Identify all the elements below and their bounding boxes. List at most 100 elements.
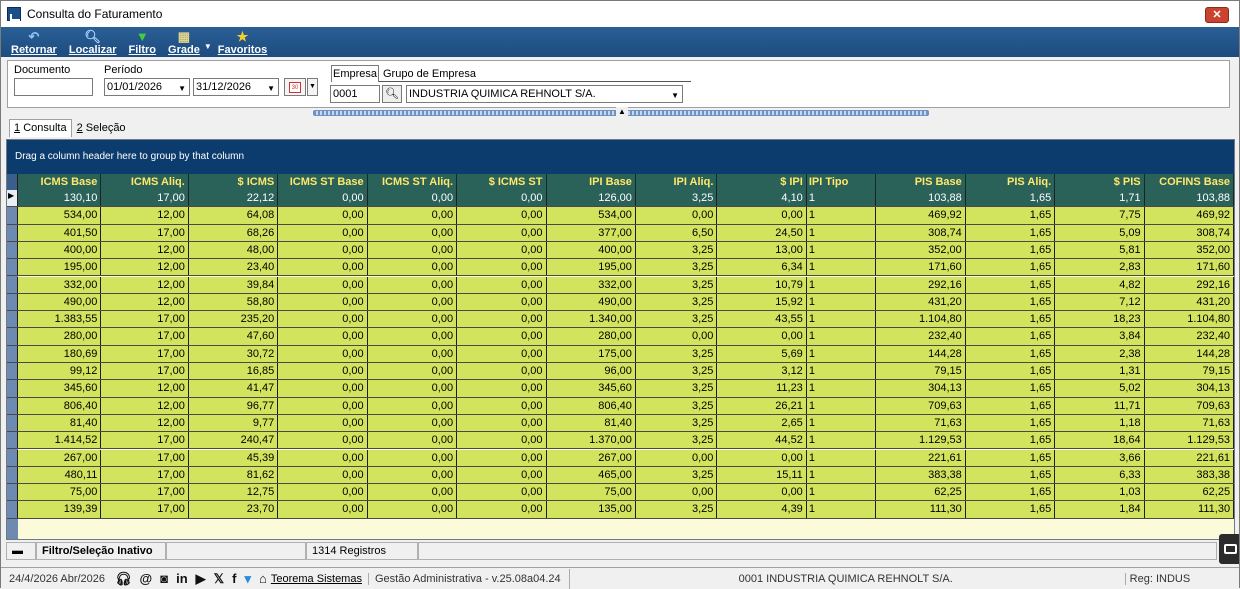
table-cell[interactable]: 4,10: [717, 190, 807, 207]
table-cell[interactable]: 11,71: [1055, 397, 1145, 414]
empresa-search-button[interactable]: 🔍︎: [382, 85, 402, 103]
table-cell[interactable]: 1: [807, 207, 877, 224]
table-cell[interactable]: 0,00: [278, 190, 368, 207]
table-cell[interactable]: 1: [807, 484, 877, 501]
table-cell[interactable]: 17,00: [101, 328, 189, 345]
table-cell[interactable]: 0,00: [278, 328, 368, 345]
table-cell[interactable]: 0,00: [457, 484, 547, 501]
table-cell[interactable]: 81,40: [547, 414, 636, 432]
table-row[interactable]: 345,60 12,00 41,47 0,00 0,00 0,00 345,60 3,25 11…: [7, 380, 1235, 398]
table-cell[interactable]: 1,65: [966, 190, 1056, 207]
table-cell[interactable]: 1,65: [966, 466, 1056, 484]
table-cell[interactable]: 79,15: [876, 363, 966, 380]
table-cell[interactable]: 465,00: [547, 466, 636, 484]
table-cell[interactable]: 332,00: [547, 276, 636, 293]
table-cell[interactable]: 12,00: [101, 207, 189, 224]
table-cell[interactable]: 232,40: [1145, 328, 1235, 345]
column-header[interactable]: IPI Tipo: [807, 174, 877, 190]
table-cell[interactable]: 24,50: [717, 224, 807, 241]
column-header[interactable]: PIS Base: [876, 174, 966, 190]
table-cell[interactable]: 45,39: [189, 449, 279, 466]
table-cell[interactable]: 1: [807, 293, 877, 311]
row-indicator[interactable]: [7, 414, 18, 432]
linkedin-icon[interactable]: in: [176, 571, 188, 586]
table-cell[interactable]: 3,25: [636, 293, 718, 311]
group-by-panel[interactable]: Drag a column header here to group by th…: [7, 140, 1234, 174]
table-cell[interactable]: 1.414,52: [18, 432, 102, 449]
table-cell[interactable]: 332,00: [18, 276, 102, 293]
table-cell[interactable]: 383,38: [1145, 466, 1235, 484]
table-cell[interactable]: 81,40: [18, 414, 102, 432]
graduation-cap-icon[interactable]: ⌂: [259, 571, 267, 586]
row-indicator[interactable]: [7, 328, 18, 345]
table-cell[interactable]: 221,61: [876, 449, 966, 466]
localizar-button[interactable]: 🔍︎ Localizar: [69, 27, 117, 57]
table-cell[interactable]: 16,85: [189, 363, 279, 380]
table-cell[interactable]: 0,00: [457, 207, 547, 224]
table-cell[interactable]: 345,60: [18, 380, 102, 397]
table-cell[interactable]: 469,92: [1145, 207, 1235, 224]
table-cell[interactable]: 1,65: [966, 241, 1056, 259]
row-indicator[interactable]: [7, 345, 18, 362]
table-cell[interactable]: 18,23: [1055, 311, 1145, 328]
table-cell[interactable]: 431,20: [1145, 293, 1235, 311]
headset-icon[interactable]: 🎧︎: [115, 571, 132, 587]
table-cell[interactable]: 534,00: [547, 207, 636, 224]
table-row[interactable]: 332,00 12,00 39,84 0,00 0,00 0,00 332,00 3,25 10…: [7, 276, 1235, 294]
table-cell[interactable]: 75,00: [18, 484, 102, 501]
tab-selecao[interactable]: 2 Seleção: [72, 119, 131, 137]
table-cell[interactable]: 1,65: [966, 328, 1056, 345]
table-cell[interactable]: 47,60: [189, 328, 279, 345]
table-cell[interactable]: 15,11: [717, 466, 807, 484]
table-cell[interactable]: 12,00: [101, 259, 189, 276]
table-cell[interactable]: 308,74: [1145, 224, 1235, 241]
table-cell[interactable]: 0,00: [457, 276, 547, 293]
table-cell[interactable]: 171,60: [1145, 259, 1235, 276]
table-cell[interactable]: 480,11: [18, 466, 102, 484]
table-cell[interactable]: 221,61: [1145, 449, 1235, 466]
table-cell[interactable]: 3,25: [636, 432, 718, 449]
table-cell[interactable]: 126,00: [547, 190, 636, 207]
table-cell[interactable]: 280,00: [547, 328, 636, 345]
table-cell[interactable]: 1,65: [966, 501, 1056, 518]
table-cell[interactable]: 81,62: [189, 466, 279, 484]
table-cell[interactable]: 103,88: [876, 190, 966, 207]
table-row[interactable]: 480,11 17,00 81,62 0,00 0,00 0,00 465,00 3,25 15…: [7, 466, 1235, 485]
table-cell[interactable]: 1,65: [966, 259, 1056, 276]
table-cell[interactable]: 709,63: [1145, 397, 1235, 414]
table-cell[interactable]: 12,00: [101, 414, 189, 432]
documento-input[interactable]: [14, 78, 93, 96]
empresa-code-input[interactable]: 0001: [330, 85, 380, 103]
table-cell[interactable]: 0,00: [717, 449, 807, 466]
table-cell[interactable]: 1: [807, 311, 877, 328]
table-cell[interactable]: 1: [807, 241, 877, 259]
table-cell[interactable]: 1,65: [966, 207, 1056, 224]
row-indicator[interactable]: [7, 276, 18, 293]
column-header[interactable]: PIS Aliq.: [966, 174, 1056, 190]
table-cell[interactable]: 709,63: [876, 397, 966, 414]
table-cell[interactable]: 1: [807, 363, 877, 380]
table-cell[interactable]: 139,39: [18, 501, 102, 518]
table-cell[interactable]: 0,00: [457, 397, 547, 414]
filtro-button[interactable]: ▼ Filtro: [129, 27, 157, 57]
x-icon[interactable]: 𝕏: [214, 571, 224, 587]
table-cell[interactable]: 1,71: [1055, 190, 1145, 207]
table-cell[interactable]: 1,65: [966, 345, 1056, 362]
table-cell[interactable]: 13,00: [717, 241, 807, 259]
grade-dropdown-icon[interactable]: ▼: [204, 42, 212, 51]
table-cell[interactable]: 1: [807, 380, 877, 397]
table-cell[interactable]: 3,25: [636, 190, 718, 207]
table-cell[interactable]: 0,00: [636, 207, 718, 224]
table-cell[interactable]: 17,00: [101, 311, 189, 328]
table-cell[interactable]: 5,69: [717, 345, 807, 362]
table-cell[interactable]: 0,00: [368, 293, 458, 311]
table-cell[interactable]: 3,12: [717, 363, 807, 380]
table-cell[interactable]: 17,00: [101, 449, 189, 466]
row-indicator[interactable]: [7, 241, 18, 259]
table-cell[interactable]: 0,00: [278, 449, 368, 466]
column-header[interactable]: $ PIS: [1055, 174, 1145, 190]
table-cell[interactable]: 806,40: [18, 397, 102, 414]
table-row[interactable]: 401,50 17,00 68,26 0,00 0,00 0,00 377,00 6,50 24…: [7, 224, 1235, 242]
header-indicator[interactable]: [7, 174, 18, 190]
table-cell[interactable]: 30,72: [189, 345, 279, 362]
